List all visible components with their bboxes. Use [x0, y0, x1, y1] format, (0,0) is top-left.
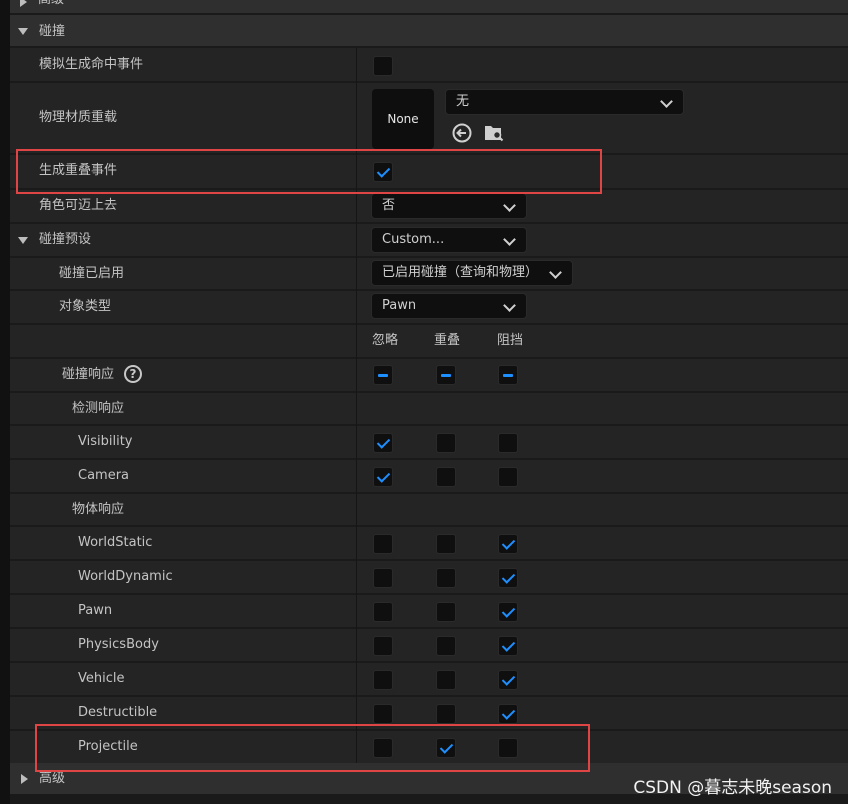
- channel-ignore-checkbox[interactable]: [373, 636, 393, 656]
- channel-row: Pawn: [10, 595, 848, 628]
- folder-search-icon[interactable]: [483, 122, 505, 144]
- collision-presets-dropdown[interactable]: Custom...: [371, 227, 527, 253]
- channel-overlap-checkbox[interactable]: [436, 568, 456, 588]
- chevron-down-icon: [503, 299, 516, 312]
- dropdown-value: 已启用碰撞（查询和物理）: [382, 265, 539, 280]
- row-label: 模拟生成命中事件: [39, 57, 144, 72]
- channel-overlap-checkbox[interactable]: [436, 534, 456, 554]
- channel-ignore-checkbox[interactable]: [373, 568, 393, 588]
- category-collision[interactable]: 碰撞: [10, 15, 848, 47]
- chevron-down-icon: [503, 233, 516, 246]
- column-overlap-label: 重叠: [434, 333, 461, 348]
- arrow-left-circle-icon[interactable]: [451, 122, 473, 144]
- channel-label: Vehicle: [78, 671, 125, 686]
- chevron-down-icon: [503, 199, 516, 212]
- channel-label: WorldDynamic: [78, 569, 173, 584]
- channel-ignore-checkbox[interactable]: [373, 602, 393, 622]
- channel-ignore-checkbox[interactable]: [373, 534, 393, 554]
- channel-row: Camera: [10, 460, 848, 493]
- channel-overlap-checkbox[interactable]: [436, 467, 456, 487]
- channel-row: WorldDynamic: [10, 561, 848, 594]
- channel-block-checkbox[interactable]: [498, 568, 518, 588]
- channel-overlap-checkbox[interactable]: [436, 433, 456, 453]
- row-response-columns: [10, 325, 848, 358]
- row-label: 角色可迈上去: [39, 198, 118, 213]
- channel-block-checkbox[interactable]: [498, 467, 518, 487]
- can-step-up-dropdown[interactable]: 否: [371, 193, 527, 219]
- channel-label: Camera: [78, 468, 130, 483]
- highlight-box: [16, 149, 602, 194]
- row-label: 检测响应: [72, 401, 125, 416]
- channel-overlap-checkbox[interactable]: [436, 636, 456, 656]
- channel-overlap-checkbox[interactable]: [436, 670, 456, 690]
- row-label: 碰撞预设: [39, 232, 92, 247]
- channel-ignore-checkbox[interactable]: [373, 704, 393, 724]
- row-trace-header: 检测响应: [10, 393, 848, 425]
- channel-overlap-checkbox[interactable]: [436, 704, 456, 724]
- channel-block-checkbox[interactable]: [498, 670, 518, 690]
- dropdown-value: 否: [382, 198, 396, 213]
- object-type-dropdown[interactable]: Pawn: [371, 293, 527, 319]
- channel-row: WorldStatic: [10, 527, 848, 560]
- collision-enabled-dropdown[interactable]: 已启用碰撞（查询和物理）: [371, 260, 573, 286]
- channel-block-checkbox[interactable]: [498, 602, 518, 622]
- channel-block-checkbox[interactable]: [498, 534, 518, 554]
- row-label: 碰撞响应: [62, 367, 115, 382]
- category-label: 碰撞: [39, 24, 66, 39]
- response-all-block-checkbox[interactable]: [498, 365, 518, 385]
- row-label: 对象类型: [59, 299, 112, 314]
- channel-block-checkbox[interactable]: [498, 433, 518, 453]
- channel-label: Destructible: [78, 705, 158, 720]
- expand-arrow-icon: [21, 774, 28, 784]
- dropdown-value: 无: [456, 94, 470, 109]
- channel-ignore-checkbox[interactable]: [373, 670, 393, 690]
- row-label: 物体响应: [72, 502, 125, 517]
- channel-label: Visibility: [78, 434, 133, 449]
- help-glyph: ?: [129, 367, 137, 381]
- channel-block-checkbox[interactable]: [498, 704, 518, 724]
- expand-arrow-icon: [20, 0, 27, 7]
- collapse-arrow-icon: [18, 28, 28, 35]
- thumbnail-label: None: [387, 112, 419, 126]
- collapse-arrow-icon: [18, 237, 28, 244]
- category-advanced-top[interactable]: 高级: [10, 0, 848, 14]
- channel-ignore-checkbox[interactable]: [373, 433, 393, 453]
- response-all-ignore-checkbox[interactable]: [373, 365, 393, 385]
- channel-row: PhysicsBody: [10, 629, 848, 662]
- highlight-box: [35, 724, 590, 772]
- dropdown-value: Pawn: [382, 298, 417, 313]
- material-thumbnail[interactable]: None: [372, 89, 434, 149]
- question-circle-icon[interactable]: ?: [124, 365, 142, 383]
- category-label: 高级: [38, 0, 64, 8]
- row-simulate-hit: 模拟生成命中事件: [10, 48, 848, 82]
- watermark: CSDN @暮志未晚season: [633, 778, 832, 798]
- column-block-label: 阻挡: [497, 333, 524, 348]
- response-all-overlap-checkbox[interactable]: [436, 365, 456, 385]
- left-gutter: [0, 0, 10, 804]
- dropdown-value: Custom...: [382, 232, 445, 247]
- simulate-hit-checkbox[interactable]: [373, 56, 393, 76]
- row-object-header: 物体响应: [10, 494, 848, 526]
- channel-row: Vehicle: [10, 663, 848, 696]
- channel-label: PhysicsBody: [78, 637, 159, 652]
- column-ignore-label: 忽略: [372, 333, 399, 348]
- channel-overlap-checkbox[interactable]: [436, 602, 456, 622]
- row-label: 碰撞已启用: [59, 266, 125, 281]
- category-label: 高级: [39, 771, 66, 786]
- channel-block-checkbox[interactable]: [498, 636, 518, 656]
- channel-ignore-checkbox[interactable]: [373, 467, 393, 487]
- channel-label: WorldStatic: [78, 535, 153, 550]
- phys-material-dropdown[interactable]: 无: [445, 89, 684, 115]
- chevron-down-icon: [549, 266, 562, 279]
- channel-label: Pawn: [78, 603, 113, 618]
- channel-row: Visibility: [10, 426, 848, 459]
- row-label: 物理材质重载: [39, 110, 118, 125]
- chevron-down-icon: [660, 95, 673, 108]
